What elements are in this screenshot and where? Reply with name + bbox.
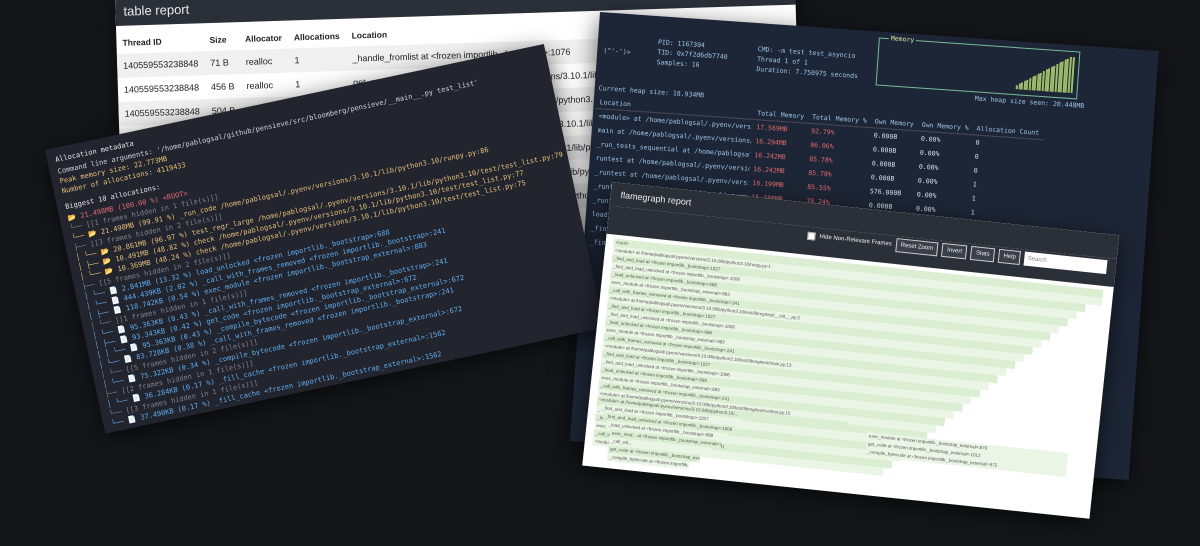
table-cell: 1 bbox=[288, 46, 347, 73]
invert-button[interactable]: Invert bbox=[941, 242, 968, 260]
table-cell: realloc bbox=[246, 80, 274, 91]
flamegraph-window: flamegraph report Hide Non-Relevant Fram… bbox=[582, 182, 1120, 519]
stats-button[interactable]: Stats bbox=[970, 245, 996, 263]
table-cell: 140559553238848 bbox=[123, 82, 200, 95]
samples-label: Samples: 16 bbox=[656, 58, 700, 70]
column-header: Thread ID bbox=[122, 36, 162, 48]
duration-label: Duration: 7.750975 seconds bbox=[756, 65, 859, 81]
column-header: Allocator bbox=[244, 32, 283, 44]
table-cell: realloc bbox=[239, 48, 289, 75]
column-header: Allocations bbox=[293, 30, 340, 43]
table-cell: 71 B bbox=[203, 50, 241, 76]
ascii-art: (^'-')> bbox=[603, 46, 631, 57]
flamegraph-title: flamegraph report bbox=[620, 190, 692, 208]
table-cell: 140559553238848 bbox=[116, 51, 205, 78]
column-header: Size bbox=[209, 34, 227, 46]
hide-frames-checkbox[interactable] bbox=[807, 231, 816, 241]
table-report-title: table report bbox=[123, 1, 190, 19]
table-cell: 456 B bbox=[210, 81, 235, 93]
help-button[interactable]: Help bbox=[997, 248, 1022, 266]
